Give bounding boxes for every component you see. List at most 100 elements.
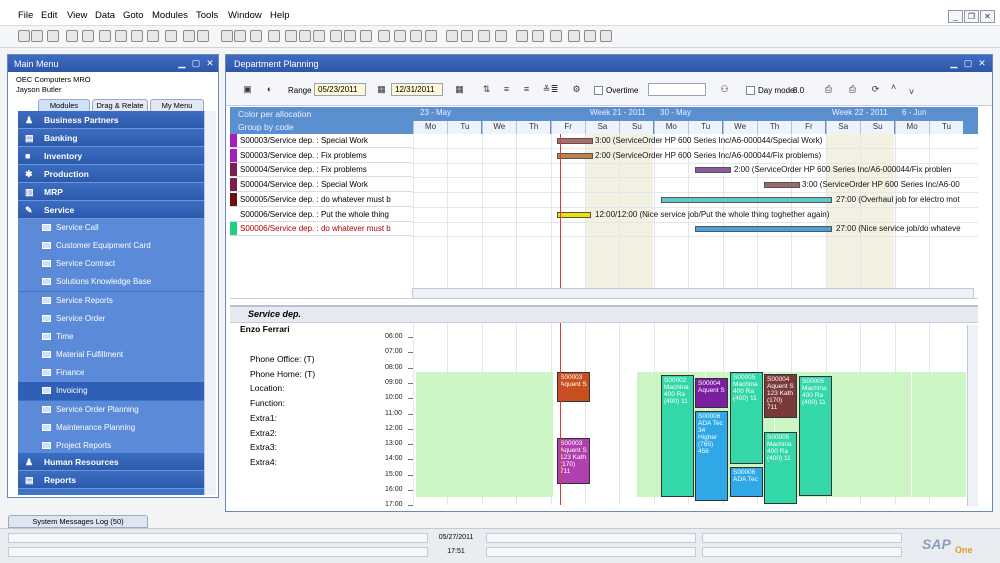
- settings-icon[interactable]: ⚙: [571, 84, 582, 95]
- allocation-bar[interactable]: [764, 182, 800, 189]
- paste-icon[interactable]: [82, 30, 94, 42]
- menu-help[interactable]: Help: [270, 10, 290, 21]
- chevron-up-icon[interactable]: ˄: [888, 82, 899, 93]
- allocation-row[interactable]: S00004/Service dep. : Special Work: [230, 178, 412, 193]
- appointment-block[interactable]: S00005 Machina 400 Ra (400) 11: [799, 376, 832, 496]
- allocation-bar[interactable]: [695, 226, 832, 233]
- allocation-row[interactable]: S00005/Service dep. : do whatever must b: [230, 192, 412, 207]
- calendar-icon[interactable]: ▦: [376, 84, 387, 95]
- allocation-bar[interactable]: [557, 138, 593, 144]
- appointment-block[interactable]: S00002 Machina 400 Ra (400) 11: [661, 375, 694, 497]
- indent-icon[interactable]: ≡: [501, 84, 512, 95]
- pdf-icon[interactable]: [197, 30, 209, 42]
- export-icon[interactable]: [147, 30, 159, 42]
- menu-edit[interactable]: Edit: [41, 10, 57, 21]
- service-item-service-contract[interactable]: Service Contract: [18, 255, 204, 274]
- tab-drag-relate[interactable]: Drag & Relate: [92, 99, 148, 111]
- appointment-block[interactable]: S00004 Aquent S 123 Kath (170) 711: [764, 374, 797, 418]
- base-doc-icon[interactable]: [394, 30, 406, 42]
- appointment-block[interactable]: S00005 Machina 400 Ra (400) 11: [764, 432, 797, 504]
- binoculars-icon[interactable]: ⚇: [719, 84, 730, 95]
- vertical-scrollbar[interactable]: [967, 325, 978, 506]
- sync-icon[interactable]: ⟳: [870, 84, 881, 95]
- main-menu-scrollbar[interactable]: [204, 111, 216, 495]
- window-icon[interactable]: [600, 30, 612, 42]
- maximize-icon[interactable]: ▢: [190, 57, 202, 69]
- module-mrp[interactable]: ▥ MRP: [18, 183, 204, 201]
- add-icon[interactable]: [268, 30, 280, 42]
- payment-icon[interactable]: [446, 30, 458, 42]
- menu-tools[interactable]: Tools: [196, 10, 218, 21]
- print-preview-icon[interactable]: ⎙: [847, 84, 858, 95]
- system-messages-tab[interactable]: System Messages Log (50): [8, 515, 148, 528]
- print-preview-icon[interactable]: [47, 30, 59, 42]
- menu-view[interactable]: View: [67, 10, 87, 21]
- gross-profit-icon[interactable]: [461, 30, 473, 42]
- range-from-field[interactable]: 05/23/2011: [314, 83, 366, 96]
- excel-icon[interactable]: [183, 30, 195, 42]
- copy-icon[interactable]: [66, 30, 78, 42]
- menu-modules[interactable]: Modules: [152, 10, 188, 21]
- sort-icon[interactable]: ⇅: [481, 84, 492, 95]
- outdent-icon[interactable]: ≡: [521, 84, 532, 95]
- service-item-service-call[interactable]: Service Call: [18, 219, 204, 237]
- allocation-bar[interactable]: [661, 196, 832, 203]
- overtime-field[interactable]: [648, 83, 706, 96]
- sms-icon[interactable]: [115, 30, 127, 42]
- menu-goto[interactable]: Goto: [123, 10, 144, 21]
- module-banking[interactable]: ▤ Banking: [18, 129, 204, 147]
- close-icon[interactable]: ✕: [980, 10, 995, 23]
- color-icon[interactable]: ≣: [549, 84, 560, 95]
- calendar-icon[interactable]: ▦: [454, 84, 465, 95]
- service-item-service-order-planning[interactable]: Service Order Planning: [18, 400, 204, 419]
- service-item-service-reports[interactable]: Service Reports: [18, 291, 204, 310]
- module-business-partners[interactable]: ♟ Business Partners: [18, 111, 204, 129]
- print-icon[interactable]: ⎙: [823, 84, 834, 95]
- next-icon[interactable]: [313, 30, 325, 42]
- target-doc-icon[interactable]: [410, 30, 422, 42]
- first-icon[interactable]: [285, 30, 297, 42]
- menu-file[interactable]: File: [18, 10, 33, 21]
- service-item-customer-equipment-card[interactable]: Customer Equipment Card: [18, 237, 204, 256]
- allocation-row[interactable]: S00003/Service dep. : Fix problems: [230, 148, 412, 163]
- window-icon[interactable]: [584, 30, 596, 42]
- email-icon[interactable]: [99, 30, 111, 42]
- layout-icon[interactable]: [495, 30, 507, 42]
- minimize-icon[interactable]: ▁: [948, 57, 960, 69]
- find-icon[interactable]: [250, 30, 262, 42]
- refresh-icon[interactable]: ◐: [264, 84, 275, 95]
- service-item-finance[interactable]: Finance: [18, 364, 204, 383]
- tab-my-menu[interactable]: My Menu: [150, 99, 204, 111]
- allocation-bar[interactable]: [557, 211, 591, 218]
- service-item-invoicing[interactable]: Invoicing: [18, 382, 204, 401]
- module-production[interactable]: ✱ Production: [18, 165, 204, 183]
- chevron-down-icon[interactable]: ˅: [906, 87, 917, 98]
- allocation-bar[interactable]: [695, 167, 731, 174]
- alert-icon[interactable]: [532, 30, 544, 42]
- module-service[interactable]: ✎ Service: [18, 201, 204, 219]
- maximize-icon[interactable]: ▢: [962, 57, 974, 69]
- appointment-block[interactable]: S00004 Aquent S: [695, 378, 728, 408]
- restore-icon[interactable]: ❐: [964, 10, 979, 23]
- edit-icon[interactable]: [478, 30, 490, 42]
- minimize-icon[interactable]: ▁: [176, 57, 188, 69]
- horizontal-scrollbar[interactable]: [412, 288, 974, 299]
- menu-data[interactable]: Data: [95, 10, 115, 21]
- prev-icon[interactable]: [299, 30, 311, 42]
- allocation-row[interactable]: S00006/Service dep. : Put the whole thin…: [230, 207, 412, 222]
- lock-icon[interactable]: [234, 30, 246, 42]
- tree-icon[interactable]: [378, 30, 390, 42]
- word-icon[interactable]: [165, 30, 177, 42]
- service-item-solutions-knowledge-base[interactable]: Solutions Knowledge Base: [18, 273, 204, 292]
- journal-icon[interactable]: [425, 30, 437, 42]
- fax-icon[interactable]: [131, 30, 143, 42]
- overtime-checkbox[interactable]: [594, 86, 603, 95]
- print-icon[interactable]: [31, 30, 43, 42]
- appointment-block[interactable]: S00006 ADA Tec: [730, 467, 763, 497]
- help-icon[interactable]: [568, 30, 580, 42]
- module-human-resources[interactable]: ♟ Human Resources: [18, 453, 204, 471]
- menu-window[interactable]: Window: [228, 10, 262, 21]
- last-icon[interactable]: [330, 30, 342, 42]
- service-item-maintenance-planning[interactable]: Maintenance Planning: [18, 418, 204, 437]
- sort-icon[interactable]: [360, 30, 372, 42]
